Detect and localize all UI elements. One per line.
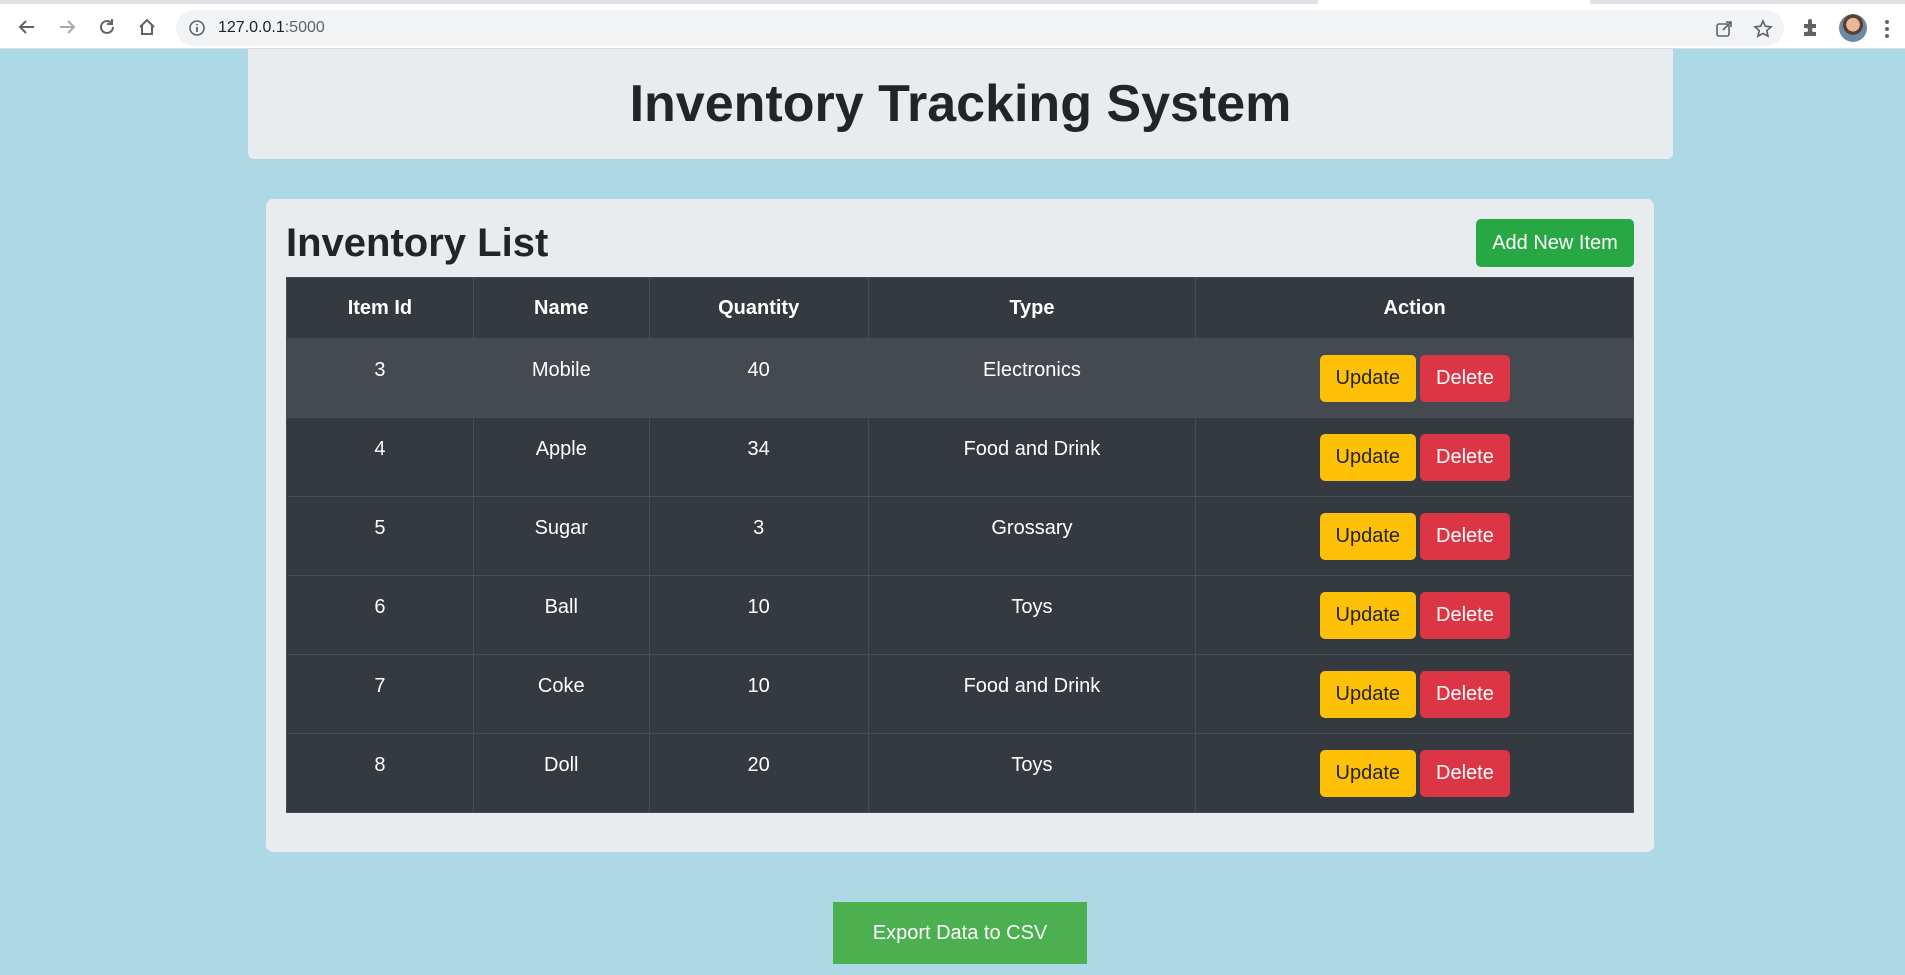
action-cell: Update Delete (1195, 654, 1634, 734)
item-quantity-cell: 10 (648, 575, 869, 655)
inventory-table: Item Id Name Quantity Type Action 3 Mobi… (286, 277, 1634, 813)
share-icon[interactable] (1713, 18, 1735, 40)
avatar[interactable] (1839, 14, 1867, 42)
url-text[interactable]: 127.0.0.1:5000 (218, 19, 325, 37)
inventory-list-title: Inventory List (286, 221, 549, 265)
item-type-cell: Toys (867, 733, 1197, 813)
item-type-cell: Grossary (867, 496, 1197, 576)
star-icon[interactable] (1752, 18, 1774, 40)
item-type-cell: Toys (867, 575, 1197, 655)
delete-button[interactable]: Delete (1420, 592, 1510, 639)
column-header-name: Name (472, 277, 650, 339)
item-name-cell: Mobile (472, 338, 650, 418)
column-header-action: Action (1195, 277, 1634, 339)
delete-button[interactable]: Delete (1420, 750, 1510, 797)
inventory-card: Inventory List Add New Item Item Id Name… (266, 199, 1654, 852)
browser-toolbar: 127.0.0.1:5000 (0, 4, 1905, 49)
item-id-cell: 5 (286, 496, 474, 576)
item-id-cell: 8 (286, 733, 474, 813)
item-quantity-cell: 40 (648, 338, 869, 418)
update-button[interactable]: Update (1319, 434, 1416, 481)
info-icon[interactable] (188, 19, 206, 37)
page-title: Inventory Tracking System (629, 75, 1292, 133)
action-cell: Update Delete (1195, 496, 1634, 576)
reload-icon[interactable] (92, 12, 122, 42)
item-name-cell: Apple (472, 417, 650, 497)
action-cell: Update Delete (1195, 575, 1634, 655)
delete-button[interactable]: Delete (1420, 434, 1510, 481)
item-name-cell: Ball (472, 575, 650, 655)
item-type-cell: Food and Drink (867, 654, 1197, 734)
table-row: 6 Ball 10 Toys Update Delete (286, 575, 1634, 655)
item-id-cell: 6 (286, 575, 474, 655)
delete-button[interactable]: Delete (1420, 513, 1510, 560)
table-header-row: Item Id Name Quantity Type Action (286, 277, 1634, 339)
item-name-cell: Coke (472, 654, 650, 734)
column-header-quantity: Quantity (648, 277, 869, 339)
item-quantity-cell: 10 (648, 654, 869, 734)
delete-button[interactable]: Delete (1420, 355, 1510, 402)
update-button[interactable]: Update (1319, 592, 1416, 639)
home-icon[interactable] (132, 12, 162, 42)
action-cell: Update Delete (1195, 417, 1634, 497)
inventory-table-wrapper: Item Id Name Quantity Type Action 3 Mobi… (286, 277, 1634, 813)
extensions-icon[interactable] (1800, 16, 1824, 40)
item-quantity-cell: 34 (648, 417, 869, 497)
item-quantity-cell: 3 (648, 496, 869, 576)
update-button[interactable]: Update (1319, 671, 1416, 718)
table-row: 4 Apple 34 Food and Drink Update Delete (286, 417, 1634, 497)
update-button[interactable]: Update (1319, 513, 1416, 560)
table-row: 7 Coke 10 Food and Drink Update Delete (286, 654, 1634, 734)
item-name-cell: Sugar (472, 496, 650, 576)
table-row: 5 Sugar 3 Grossary Update Delete (286, 496, 1634, 576)
item-name-cell: Doll (472, 733, 650, 813)
address-bar[interactable]: 127.0.0.1:5000 (176, 10, 1784, 46)
add-new-item-button[interactable]: Add New Item (1476, 219, 1634, 267)
column-header-item-id: Item Id (286, 277, 474, 339)
update-button[interactable]: Update (1319, 750, 1416, 797)
update-button[interactable]: Update (1319, 355, 1416, 402)
back-icon[interactable] (12, 12, 42, 42)
action-cell: Update Delete (1195, 338, 1634, 418)
menu-icon[interactable] (1884, 18, 1890, 40)
item-id-cell: 7 (286, 654, 474, 734)
item-id-cell: 3 (286, 338, 474, 418)
forward-icon[interactable] (52, 12, 82, 42)
column-header-type: Type (867, 277, 1197, 339)
table-row: 8 Doll 20 Toys Update Delete (286, 733, 1634, 813)
item-type-cell: Electronics (867, 338, 1197, 418)
page-header: Inventory Tracking System (248, 49, 1673, 159)
item-quantity-cell: 20 (648, 733, 869, 813)
delete-button[interactable]: Delete (1420, 671, 1510, 718)
item-type-cell: Food and Drink (867, 417, 1197, 497)
table-row: 3 Mobile 40 Electronics Update Delete (286, 338, 1634, 418)
action-cell: Update Delete (1195, 733, 1634, 813)
item-id-cell: 4 (286, 417, 474, 497)
export-csv-button[interactable]: Export Data to CSV (833, 902, 1087, 964)
